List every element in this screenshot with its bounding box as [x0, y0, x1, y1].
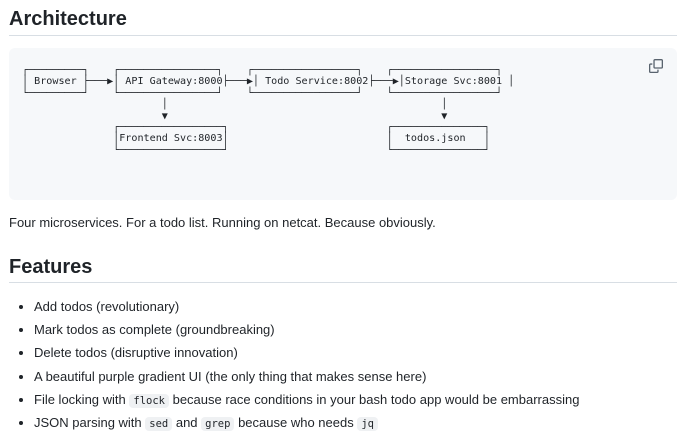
architecture-heading: Architecture — [9, 8, 127, 30]
copy-icon-glyph — [649, 59, 663, 73]
heading-divider — [9, 282, 677, 283]
list-item-text: Delete todos (disruptive innovation) — [34, 345, 238, 361]
list-item: Add todos (revolutionary) — [34, 295, 579, 318]
inline-code: grep — [201, 416, 235, 431]
list-item-text: Add todos (revolutionary) — [34, 299, 180, 314]
inline-code: sed — [145, 416, 173, 431]
list-item-text: because who needs — [234, 414, 358, 430]
list-item: File locking with flock because race con… — [34, 388, 579, 411]
list-item: Mark todos as complete (groundbreaking) — [34, 318, 579, 341]
list-item-text: because race conditions in your bash tod… — [168, 391, 580, 407]
architecture-description: Four microservices. For a todo list. Run… — [9, 215, 436, 230]
copy-icon[interactable] — [649, 59, 663, 73]
list-item-text: JSON parsing with — [34, 414, 146, 430]
architecture-code-block: ┌─────────┐ ┌────────────────┐ ┌────────… — [9, 48, 677, 200]
inline-code: flock — [129, 393, 169, 408]
list-item-text: and — [172, 414, 202, 430]
list-item-text: A beautiful purple gradient UI (the only… — [34, 368, 427, 384]
list-item: Delete todos (disruptive innovation) — [34, 341, 579, 364]
inline-code: jq — [357, 416, 378, 431]
list-item-text: Mark todos as complete (groundbreaking) — [34, 322, 275, 338]
features-heading: Features — [9, 256, 93, 278]
list-item: JSON parsing with sed and grep because w… — [34, 411, 579, 434]
heading-divider — [9, 35, 677, 36]
list-item: A beautiful purple gradient UI (the only… — [34, 365, 579, 388]
list-item-text: File locking with — [34, 391, 130, 407]
architecture-diagram: ┌─────────┐ ┌────────────────┐ ┌────────… — [22, 65, 515, 156]
features-list: Add todos (revolutionary) Mark todos as … — [9, 295, 579, 434]
